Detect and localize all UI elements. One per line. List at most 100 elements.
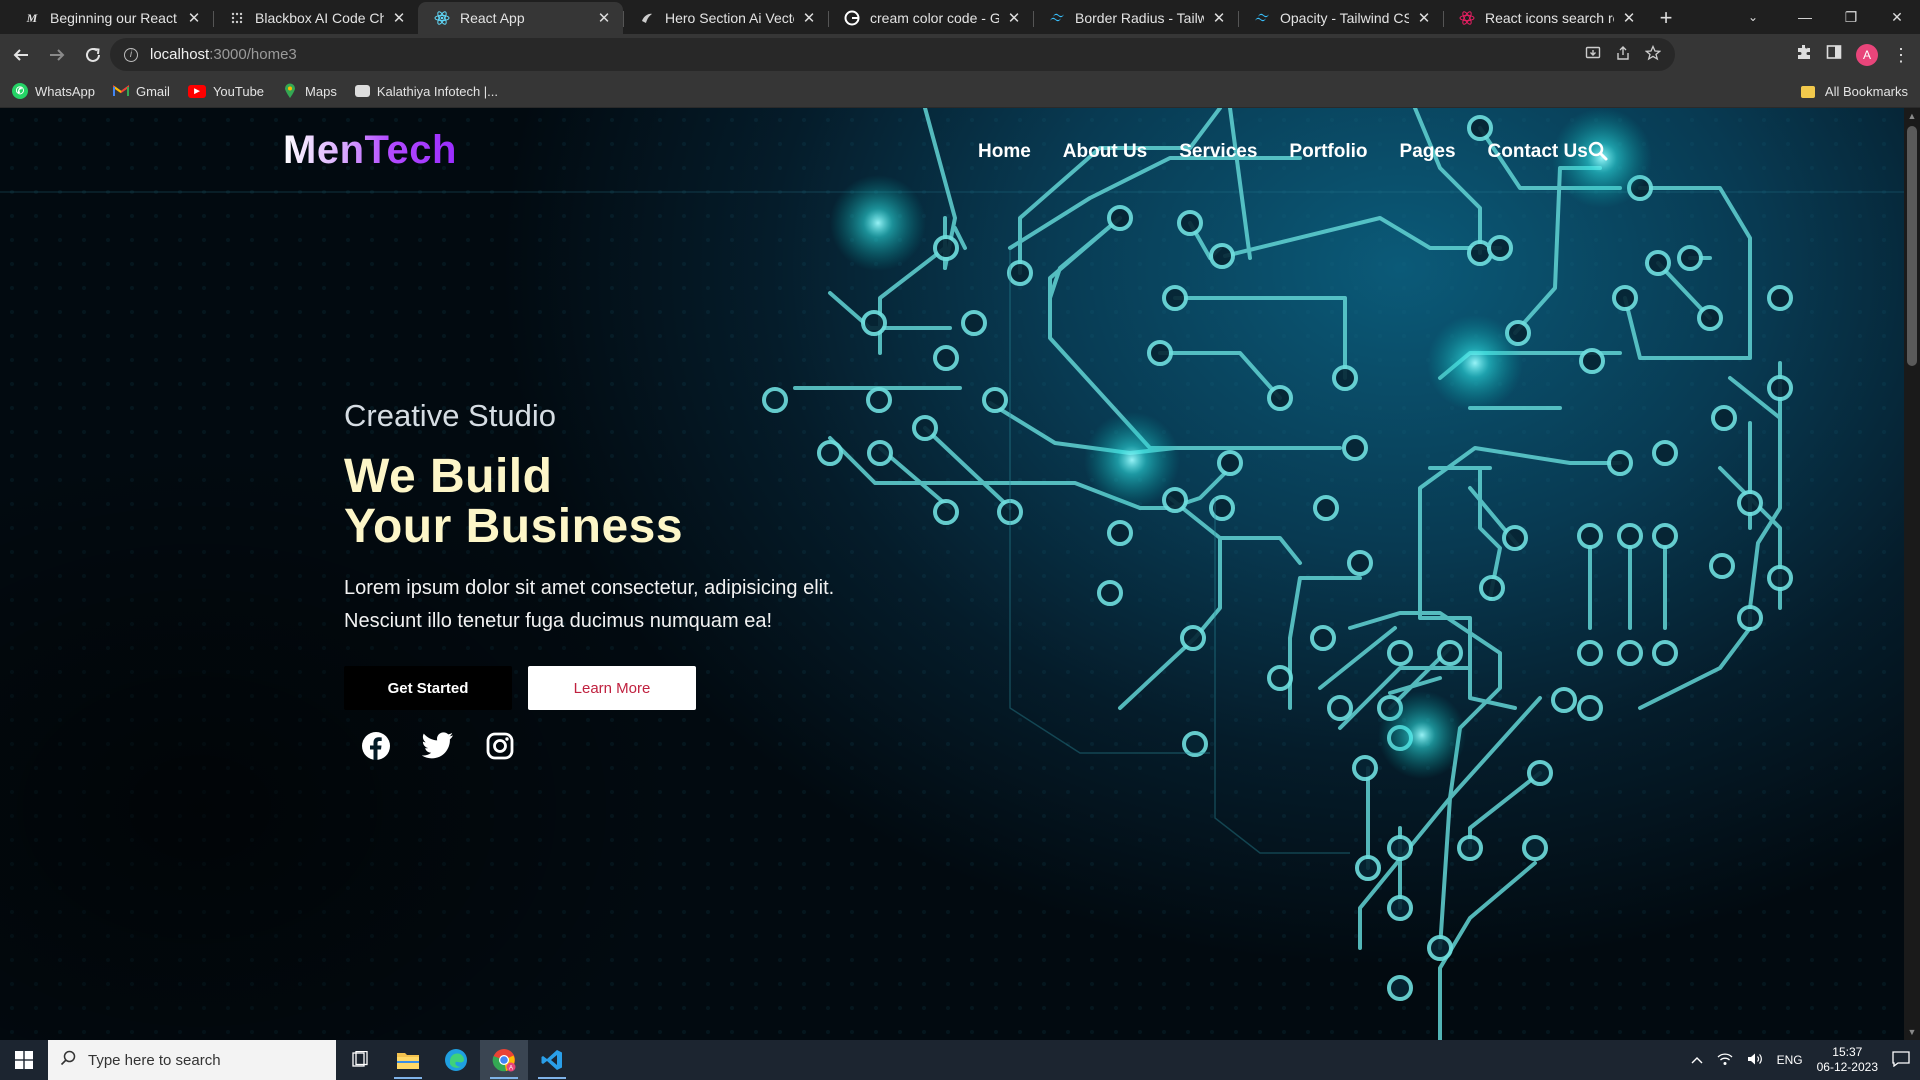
- vscode-icon[interactable]: [528, 1040, 576, 1080]
- bookmark-maps[interactable]: Maps: [282, 83, 337, 99]
- back-icon[interactable]: [6, 40, 36, 70]
- tab-title: React icons search results: [1485, 10, 1614, 26]
- twitter-icon[interactable]: [422, 730, 454, 762]
- tab-title: React App: [460, 10, 525, 26]
- system-tray: ENG 15:37 06-12-2023: [1691, 1040, 1920, 1080]
- bookmark-icon: [354, 85, 370, 97]
- clock[interactable]: 15:37 06-12-2023: [1817, 1045, 1878, 1075]
- tab-title: cream color code - Googl: [870, 10, 999, 26]
- circuit-board-illustration: [0, 108, 1904, 1040]
- bookmark-label: YouTube: [212, 83, 265, 99]
- tab-cream-color[interactable]: cream color code - Googl ✕: [828, 2, 1033, 34]
- freepik-icon: [639, 10, 655, 26]
- tab-hero-vectors[interactable]: Hero Section Ai Vectors, P ✕: [623, 2, 828, 34]
- nav-home[interactable]: Home: [978, 141, 1031, 163]
- scroll-up-icon[interactable]: ▲: [1904, 108, 1920, 124]
- tab-react-icons[interactable]: React icons search results ✕: [1443, 2, 1648, 34]
- tab-react-app[interactable]: React App ✕: [418, 2, 623, 34]
- address-bar[interactable]: i localhost:3000/home3: [110, 38, 1675, 71]
- scroll-down-icon[interactable]: ▼: [1904, 1024, 1920, 1040]
- windows-taskbar: Type here to search A ENG 15:37 06-12-20…: [0, 1040, 1920, 1080]
- bookmark-gmail[interactable]: Gmail: [112, 83, 170, 99]
- url-path: :3000/home3: [209, 46, 297, 63]
- restore-icon[interactable]: ❐: [1828, 0, 1874, 34]
- file-explorer-icon[interactable]: [384, 1040, 432, 1080]
- google-icon: [844, 10, 860, 26]
- notifications-icon[interactable]: [1892, 1050, 1910, 1070]
- tab-beginning-react[interactable]: M Beginning our React todo ✕: [8, 2, 213, 34]
- windows-start-icon[interactable]: [0, 1040, 48, 1080]
- edge-icon[interactable]: [432, 1040, 480, 1080]
- bookmark-label: WhatsApp: [35, 83, 95, 99]
- nav-about-us[interactable]: About Us: [1063, 141, 1147, 163]
- scrollbar-thumb[interactable]: [1907, 126, 1917, 366]
- clock-time: 15:37: [1832, 1045, 1863, 1059]
- tailwind-icon: [1049, 10, 1065, 26]
- search-icon: [60, 1050, 76, 1070]
- social-links: [360, 730, 904, 762]
- show-hidden-icons-icon[interactable]: [1691, 1053, 1703, 1067]
- page-scrollbar[interactable]: ▲ ▼: [1904, 108, 1920, 1040]
- get-started-button[interactable]: Get Started: [344, 666, 512, 710]
- facebook-icon[interactable]: [360, 730, 392, 762]
- tab-search-icon[interactable]: ⌄: [1730, 0, 1776, 34]
- tab-opacity[interactable]: Opacity - Tailwind CSS ✕: [1238, 2, 1443, 34]
- bookmarks-bar: ✆ WhatsApp Gmail ▶ YouTube Maps Kalathiy…: [0, 75, 1920, 108]
- close-icon[interactable]: ✕: [1005, 9, 1023, 27]
- tab-title: Beginning our React todo: [50, 10, 179, 26]
- search-icon[interactable]: [1587, 140, 1611, 164]
- main-nav: Home About Us Services Portfolio Pages C…: [978, 141, 1588, 163]
- share-icon[interactable]: [1615, 45, 1631, 65]
- extensions-icon[interactable]: [1796, 44, 1812, 65]
- minimize-icon[interactable]: —: [1782, 0, 1828, 34]
- forward-icon[interactable]: [42, 40, 72, 70]
- blackbox-icon: [229, 10, 245, 26]
- hero-kicker: Creative Studio: [344, 398, 556, 433]
- language-indicator[interactable]: ENG: [1777, 1053, 1803, 1067]
- hero-title-line1: We Build: [344, 450, 553, 503]
- close-icon[interactable]: ✕: [800, 9, 818, 27]
- side-panel-icon[interactable]: [1826, 44, 1842, 65]
- tab-blackbox[interactable]: Blackbox AI Code Chat ✕: [213, 2, 418, 34]
- maps-icon: [282, 83, 298, 99]
- nav-contact-us[interactable]: Contact Us: [1488, 141, 1588, 163]
- close-icon[interactable]: ✕: [1210, 9, 1228, 27]
- nav-portfolio[interactable]: Portfolio: [1289, 141, 1367, 163]
- bookmark-star-icon[interactable]: [1644, 44, 1662, 65]
- taskbar-search-placeholder: Type here to search: [88, 1051, 221, 1069]
- install-app-icon[interactable]: [1585, 45, 1601, 65]
- browser-toolbar: i localhost:3000/home3 A ⋮: [0, 34, 1920, 75]
- toolbar-actions: A ⋮: [1796, 38, 1910, 71]
- nav-services[interactable]: Services: [1179, 141, 1257, 163]
- nav-pages[interactable]: Pages: [1400, 141, 1456, 163]
- tab-title: Hero Section Ai Vectors, P: [665, 10, 794, 26]
- close-icon[interactable]: ✕: [390, 9, 408, 27]
- taskbar-search-input[interactable]: Type here to search: [48, 1040, 336, 1080]
- menu-kebab-icon[interactable]: ⋮: [1892, 46, 1910, 64]
- window-close-icon[interactable]: ✕: [1874, 0, 1920, 34]
- profile-avatar[interactable]: A: [1856, 43, 1878, 66]
- bookmark-whatsapp[interactable]: ✆ WhatsApp: [12, 83, 95, 99]
- folder-icon: [1800, 85, 1815, 98]
- reload-icon[interactable]: [78, 40, 108, 70]
- task-view-icon[interactable]: [336, 1040, 384, 1080]
- new-tab-button[interactable]: +: [1648, 2, 1684, 34]
- tab-title: Blackbox AI Code Chat: [255, 10, 384, 26]
- site-info-icon[interactable]: i: [124, 47, 138, 62]
- volume-icon[interactable]: [1747, 1052, 1763, 1069]
- close-icon[interactable]: ✕: [595, 9, 613, 27]
- close-icon[interactable]: ✕: [185, 9, 203, 27]
- all-bookmarks[interactable]: All Bookmarks: [1800, 75, 1908, 108]
- close-icon[interactable]: ✕: [1620, 9, 1638, 27]
- bookmark-youtube[interactable]: ▶ YouTube: [187, 83, 265, 99]
- instagram-icon[interactable]: [484, 730, 516, 762]
- tab-border-radius[interactable]: Border Radius - Tailwind C ✕: [1033, 2, 1238, 34]
- bookmark-kalathiya[interactable]: Kalathiya Infotech |...: [354, 84, 498, 99]
- site-logo[interactable]: MenTech: [283, 128, 457, 173]
- clock-date: 06-12-2023: [1816, 1060, 1878, 1074]
- chrome-icon[interactable]: A: [480, 1040, 528, 1080]
- network-icon[interactable]: [1717, 1052, 1733, 1069]
- learn-more-button[interactable]: Learn More: [528, 666, 696, 710]
- youtube-icon: ▶: [187, 84, 206, 98]
- close-icon[interactable]: ✕: [1415, 9, 1433, 27]
